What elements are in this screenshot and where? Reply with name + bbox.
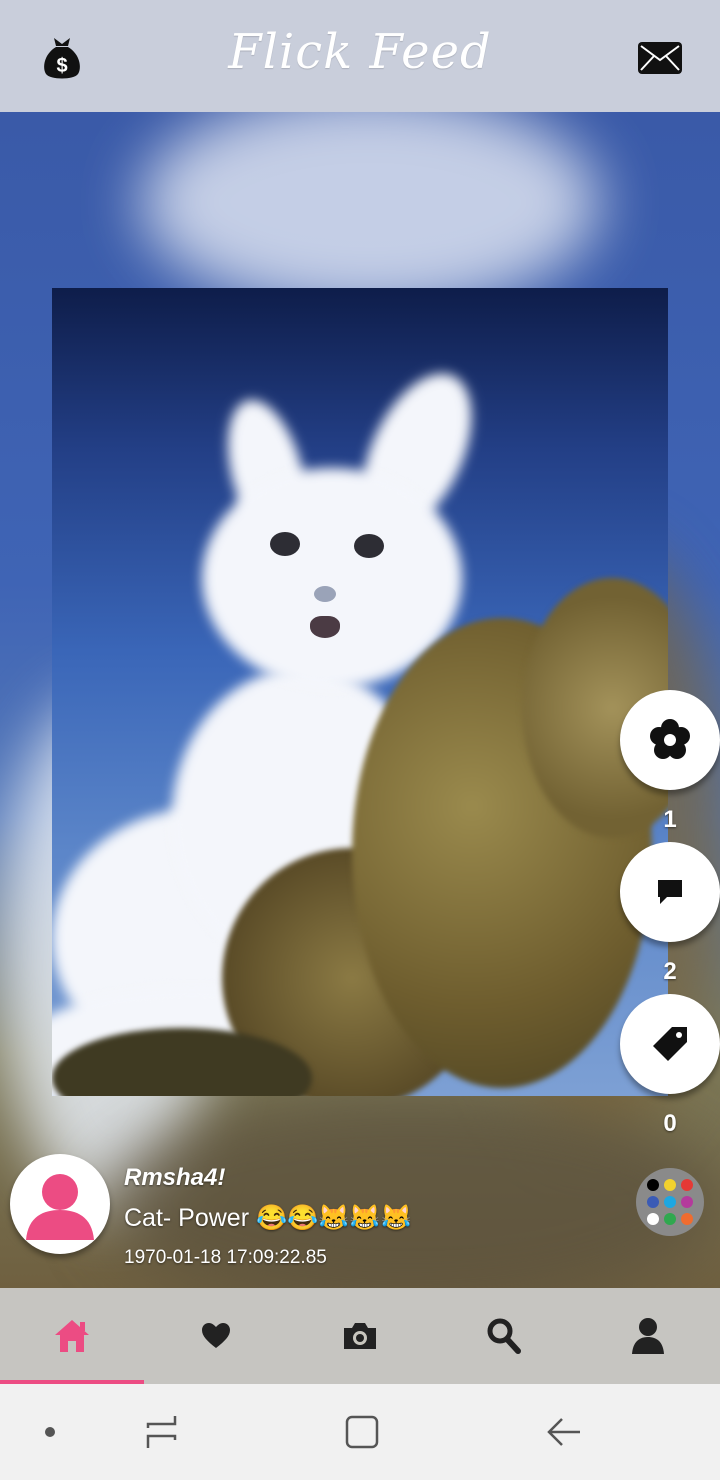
mail-icon: [638, 42, 682, 74]
nav-home[interactable]: [0, 1288, 144, 1384]
nav-search[interactable]: [432, 1288, 576, 1384]
camera-icon: [344, 1323, 376, 1349]
palette-dot: [681, 1196, 693, 1208]
search-icon: [487, 1318, 521, 1354]
cat-nose: [314, 586, 336, 602]
flower-icon: [650, 719, 690, 759]
palette-dot: [681, 1213, 693, 1225]
flower-button[interactable]: [620, 690, 720, 790]
back-icon: [547, 1418, 580, 1446]
nav-profile[interactable]: [576, 1288, 720, 1384]
palette-dot: [647, 1213, 659, 1225]
profile-icon: [632, 1318, 664, 1354]
background-blur: [140, 112, 600, 312]
comment-icon: [658, 880, 682, 904]
recent-apps-button[interactable]: [120, 1384, 204, 1480]
cat-eye: [270, 532, 300, 556]
app-header: $ Flick Feed: [0, 0, 720, 112]
cat-eye: [354, 534, 384, 558]
comment-button[interactable]: [620, 842, 720, 942]
palette-dot: [647, 1196, 659, 1208]
comment-count: 2: [663, 958, 677, 985]
app-title: Flick Feed: [228, 24, 492, 80]
bottom-nav: [0, 1288, 720, 1384]
flower-count: 1: [663, 806, 677, 833]
tag-icon: [653, 1027, 687, 1061]
mail-button[interactable]: [632, 30, 688, 86]
post-username[interactable]: Rmsha4!: [124, 1164, 225, 1192]
person-icon: [26, 1174, 94, 1240]
home-icon: [55, 1320, 89, 1352]
recent-apps-icon: [146, 1416, 177, 1448]
back-button[interactable]: [522, 1384, 606, 1480]
tag-button[interactable]: [620, 994, 720, 1094]
cat-mouth: [310, 616, 340, 638]
post-image[interactable]: [52, 288, 668, 1096]
tag-count: 0: [663, 1110, 677, 1137]
heart-icon: [202, 1323, 230, 1348]
palette-dot: [647, 1179, 659, 1191]
system-nav-bar: [0, 1384, 720, 1480]
system-home-button[interactable]: [320, 1384, 404, 1480]
color-palette-button[interactable]: [636, 1168, 704, 1236]
nav-camera[interactable]: [288, 1288, 432, 1384]
system-dot: [20, 1384, 80, 1480]
post-timestamp: 1970-01-18 17:09:22.85: [124, 1247, 327, 1268]
post-caption: Cat- Power 😂😂😹😹😹: [124, 1204, 412, 1232]
user-avatar[interactable]: [10, 1154, 110, 1254]
palette-dot: [681, 1179, 693, 1191]
nav-favorites[interactable]: [144, 1288, 288, 1384]
palette-dot: [664, 1213, 676, 1225]
palette-dot: [664, 1179, 676, 1191]
home-square-icon: [345, 1415, 379, 1449]
palette-dot: [664, 1196, 676, 1208]
dot-icon: [45, 1427, 55, 1437]
